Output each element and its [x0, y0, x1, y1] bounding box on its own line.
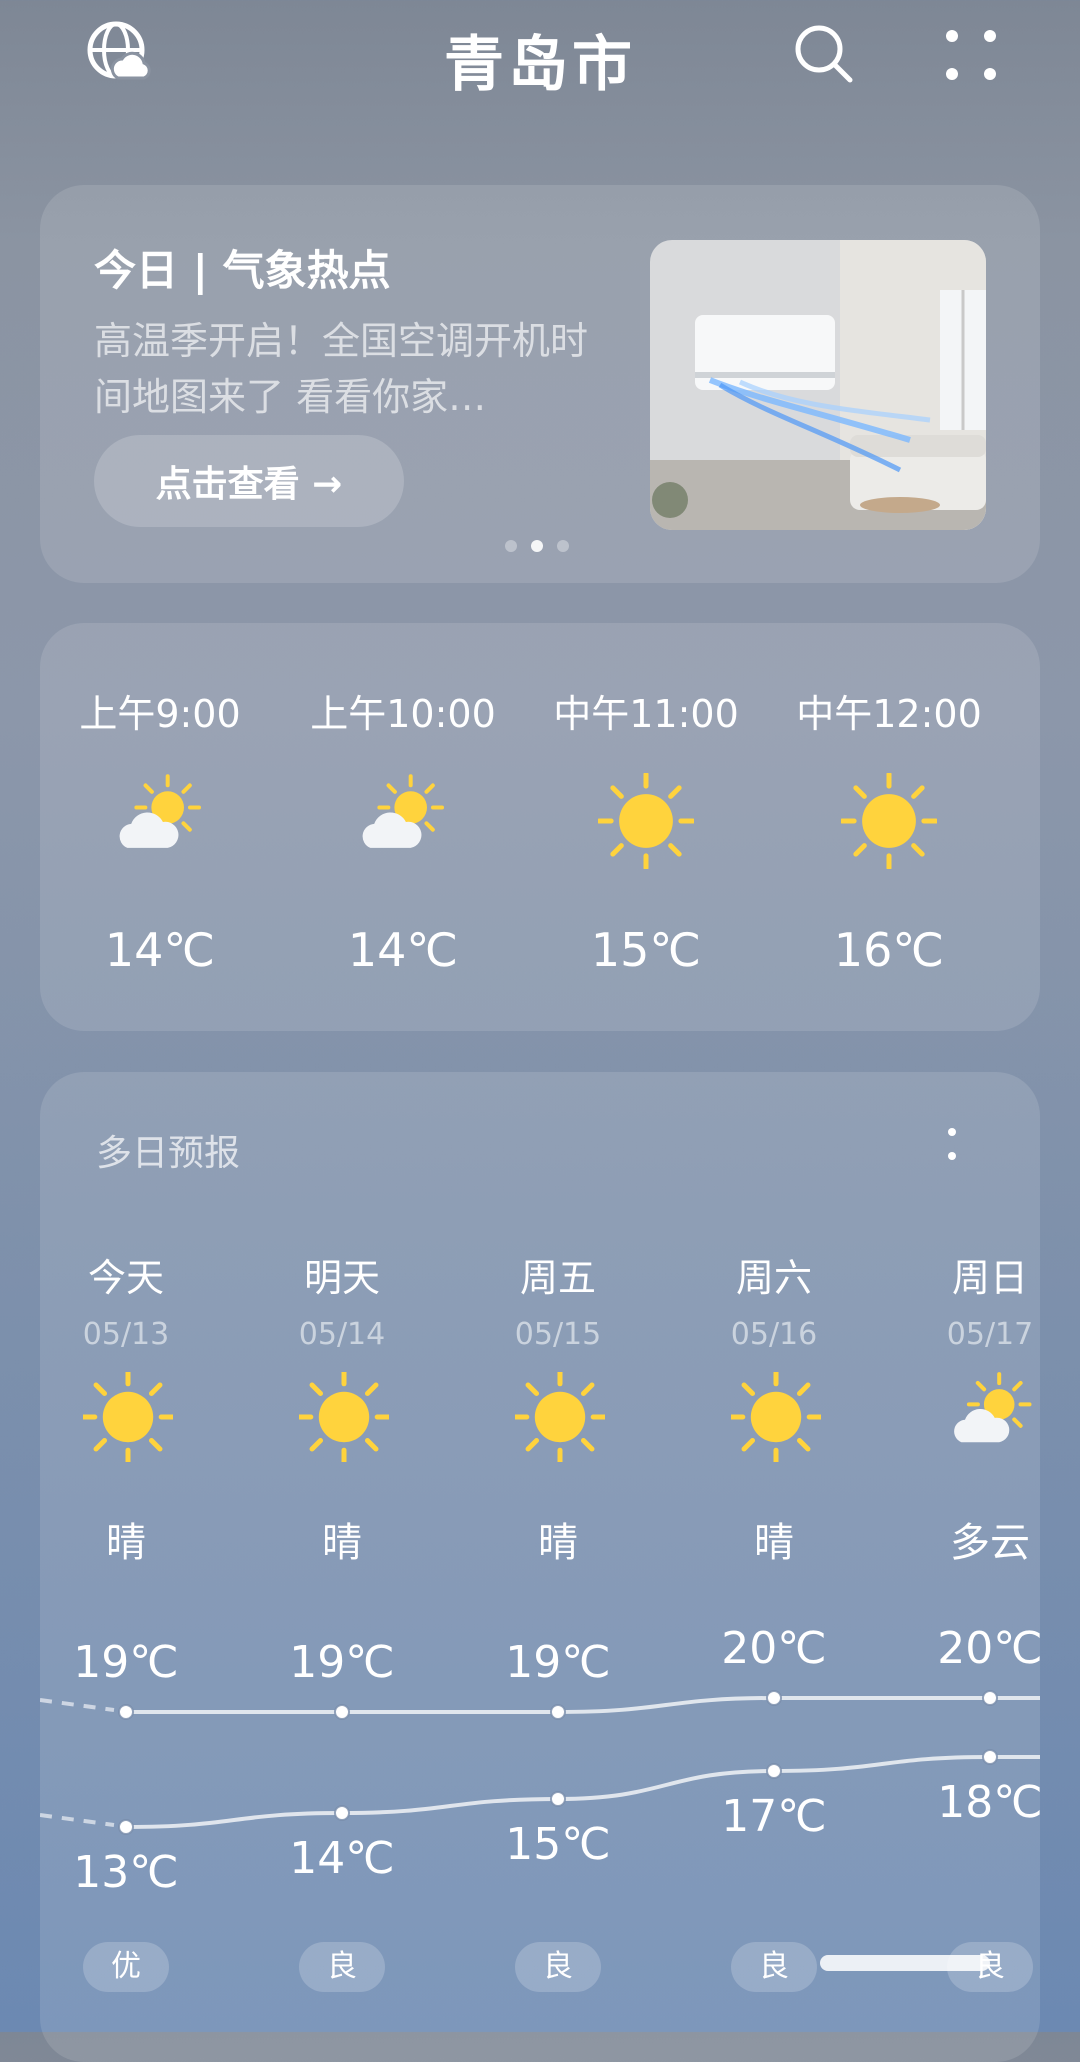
high-temp-label: 19℃: [73, 1637, 179, 1688]
hourly-temp: 14℃: [104, 923, 216, 977]
sunny-icon: [80, 1369, 176, 1466]
sunny-icon: [296, 1369, 392, 1466]
news-title: 今日 | 气象热点: [94, 246, 391, 295]
hourly-time: 中午11:00: [553, 692, 739, 736]
sunny-icon: [728, 1369, 824, 1466]
day-label: 今天: [87, 1256, 164, 1300]
hourly-item: 中午11:00 15℃: [526, 623, 766, 1031]
news-description: 高温季开启！全国空调开机时间地图来了 看看你家…: [94, 319, 589, 419]
low-temp-label: 13℃: [73, 1847, 179, 1898]
day-label: 周六: [735, 1256, 812, 1300]
sunny-icon: [512, 1369, 608, 1466]
aqi-badge: 良: [515, 1942, 601, 1992]
carousel-dot: [505, 540, 517, 552]
aqi-badge: 良: [731, 1942, 817, 1992]
day-label: 周日: [951, 1256, 1028, 1300]
hourly-item: 上午9:00 14℃: [40, 623, 280, 1031]
day-date: 05/17: [946, 1317, 1034, 1352]
hourly-time: 中午12:00: [796, 692, 982, 736]
day-label: 明天: [303, 1256, 380, 1300]
city-title[interactable]: 青岛市: [0, 16, 1080, 103]
daily-item[interactable]: 周五 05/15 晴 19℃ 15℃ 良: [478, 1072, 638, 2062]
high-temp-label: 19℃: [505, 1637, 611, 1688]
aqi-badge: 良: [299, 1942, 385, 1992]
grid-dots-icon[interactable]: [944, 28, 998, 82]
home-indicator[interactable]: [820, 1955, 990, 1971]
partly-cloudy-icon: [355, 773, 451, 873]
hourly-item: 中午12:00 16℃: [769, 623, 1009, 1031]
hourly-temp: 15℃: [590, 923, 702, 977]
hourly-temp: 16℃: [833, 923, 945, 977]
low-temp-label: 17℃: [721, 1791, 827, 1842]
day-date: 05/13: [82, 1317, 170, 1352]
partly-cloudy-icon: [947, 1372, 1037, 1466]
hourly-time: 上午9:00: [79, 692, 241, 736]
hourly-time: 上午10:00: [310, 692, 496, 736]
daily-item[interactable]: 明天 05/14 晴 19℃ 14℃ 良: [262, 1072, 422, 2062]
daily-item[interactable]: 周日 05/17 多云 20℃ 18℃ 良: [910, 1072, 1040, 2062]
day-date: 05/16: [730, 1317, 818, 1352]
partly-cloudy-icon: [112, 773, 208, 873]
high-temp-label: 19℃: [289, 1637, 395, 1688]
daily-item[interactable]: 周六 05/16 晴 20℃ 17℃ 良: [694, 1072, 854, 2062]
carousel-dot: [557, 540, 569, 552]
day-condition: 晴: [754, 1520, 794, 1566]
daily-item[interactable]: 今天 05/13 晴 19℃ 13℃ 优: [46, 1072, 206, 2062]
day-condition: 晴: [106, 1520, 146, 1566]
sunny-icon: [596, 771, 696, 873]
day-label: 周五: [519, 1256, 596, 1300]
day-condition: 多云: [950, 1520, 1030, 1566]
search-icon[interactable]: [792, 22, 856, 86]
day-condition: 晴: [538, 1520, 578, 1566]
day-date: 05/15: [514, 1317, 602, 1352]
day-date: 05/14: [298, 1317, 386, 1352]
hourly-item: 上午10:00 14℃: [283, 623, 523, 1031]
low-temp-label: 18℃: [937, 1777, 1040, 1828]
carousel-dot-active: [531, 540, 543, 552]
low-temp-label: 15℃: [505, 1819, 611, 1870]
daily-forecast-card[interactable]: 多日预报 今天 05/13 晴 19℃ 13℃ 优明天 05/14 晴 19℃ …: [40, 1072, 1040, 2062]
air-conditioner-image: [650, 240, 986, 530]
carousel-indicator: [505, 540, 569, 552]
hourly-temp: 14℃: [347, 923, 459, 977]
top-bar: 青岛市: [0, 0, 1080, 110]
hourly-forecast-card[interactable]: 上午9:00 14℃ 上午10:00 14℃ 中午11:00 15℃ 中午12:00 …: [40, 623, 1040, 1031]
high-temp-label: 20℃: [721, 1623, 827, 1674]
view-news-button[interactable]: 点击查看 →: [94, 435, 404, 527]
day-condition: 晴: [322, 1520, 362, 1566]
weather-news-card[interactable]: 今日 | 气象热点 高温季开启！全国空调开机时间地图来了 看看你家… 点击查看 …: [40, 185, 1040, 583]
aqi-badge: 优: [83, 1942, 169, 1992]
high-temp-label: 20℃: [937, 1623, 1040, 1674]
sunny-icon: [839, 771, 939, 873]
low-temp-label: 14℃: [289, 1833, 395, 1884]
